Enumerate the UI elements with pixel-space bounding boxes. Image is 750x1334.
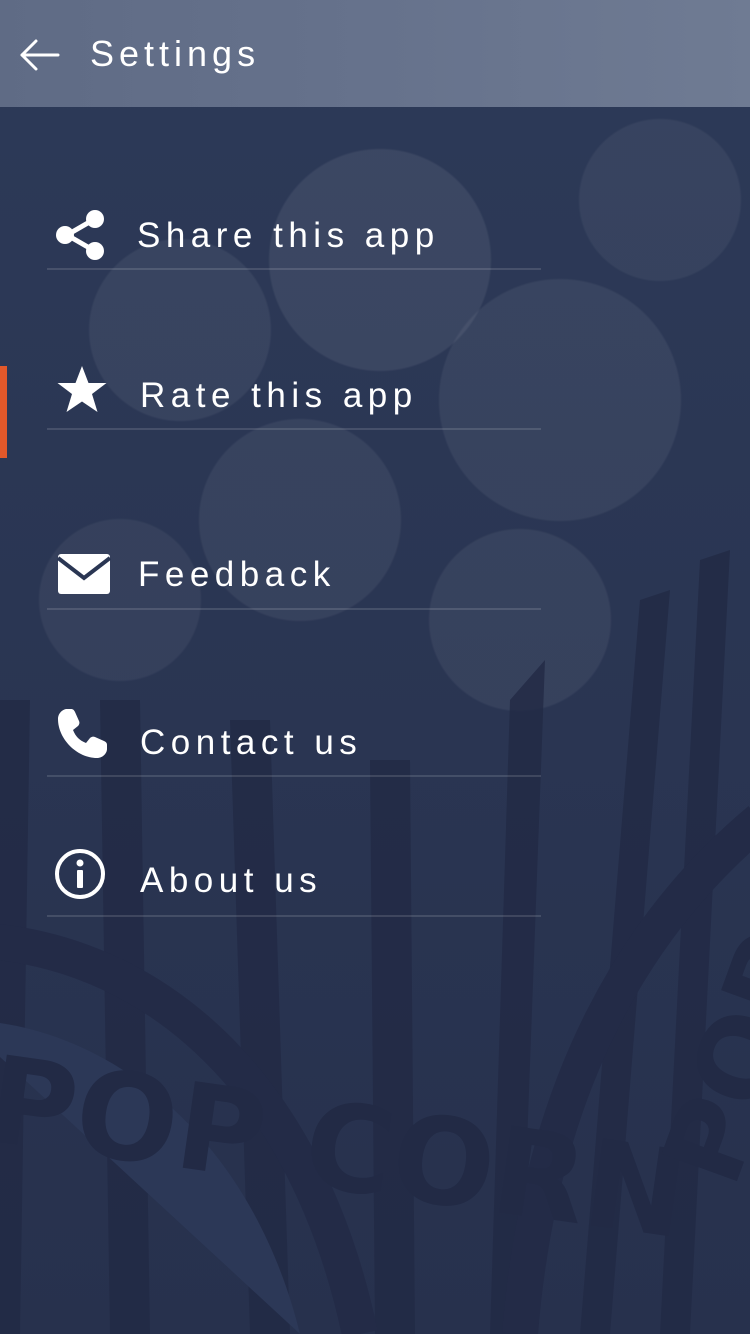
menu-item-feedback[interactable]: Feedback bbox=[47, 508, 541, 610]
phone-icon bbox=[55, 707, 109, 761]
envelope-icon bbox=[56, 552, 112, 606]
menu-item-rate[interactable]: Rate this app bbox=[47, 328, 541, 430]
menu-item-label: Feedback bbox=[138, 555, 336, 594]
menu-item-label: Share this app bbox=[137, 216, 440, 255]
menu-item-label: About us bbox=[140, 861, 323, 900]
arrow-left-icon bbox=[18, 39, 62, 78]
page-title: Settings bbox=[90, 33, 261, 74]
star-icon bbox=[55, 364, 109, 418]
menu-item-share[interactable]: Share this app bbox=[47, 168, 541, 270]
menu-item-contact[interactable]: Contact us bbox=[47, 675, 541, 777]
share-icon bbox=[53, 208, 107, 262]
info-icon bbox=[53, 847, 107, 901]
header-bar: Settings bbox=[0, 0, 750, 107]
active-indicator bbox=[0, 366, 7, 458]
back-button[interactable] bbox=[18, 36, 62, 74]
menu-item-label: Contact us bbox=[140, 723, 363, 762]
menu-item-label: Rate this app bbox=[140, 376, 418, 415]
menu-item-about[interactable]: About us bbox=[47, 815, 541, 917]
